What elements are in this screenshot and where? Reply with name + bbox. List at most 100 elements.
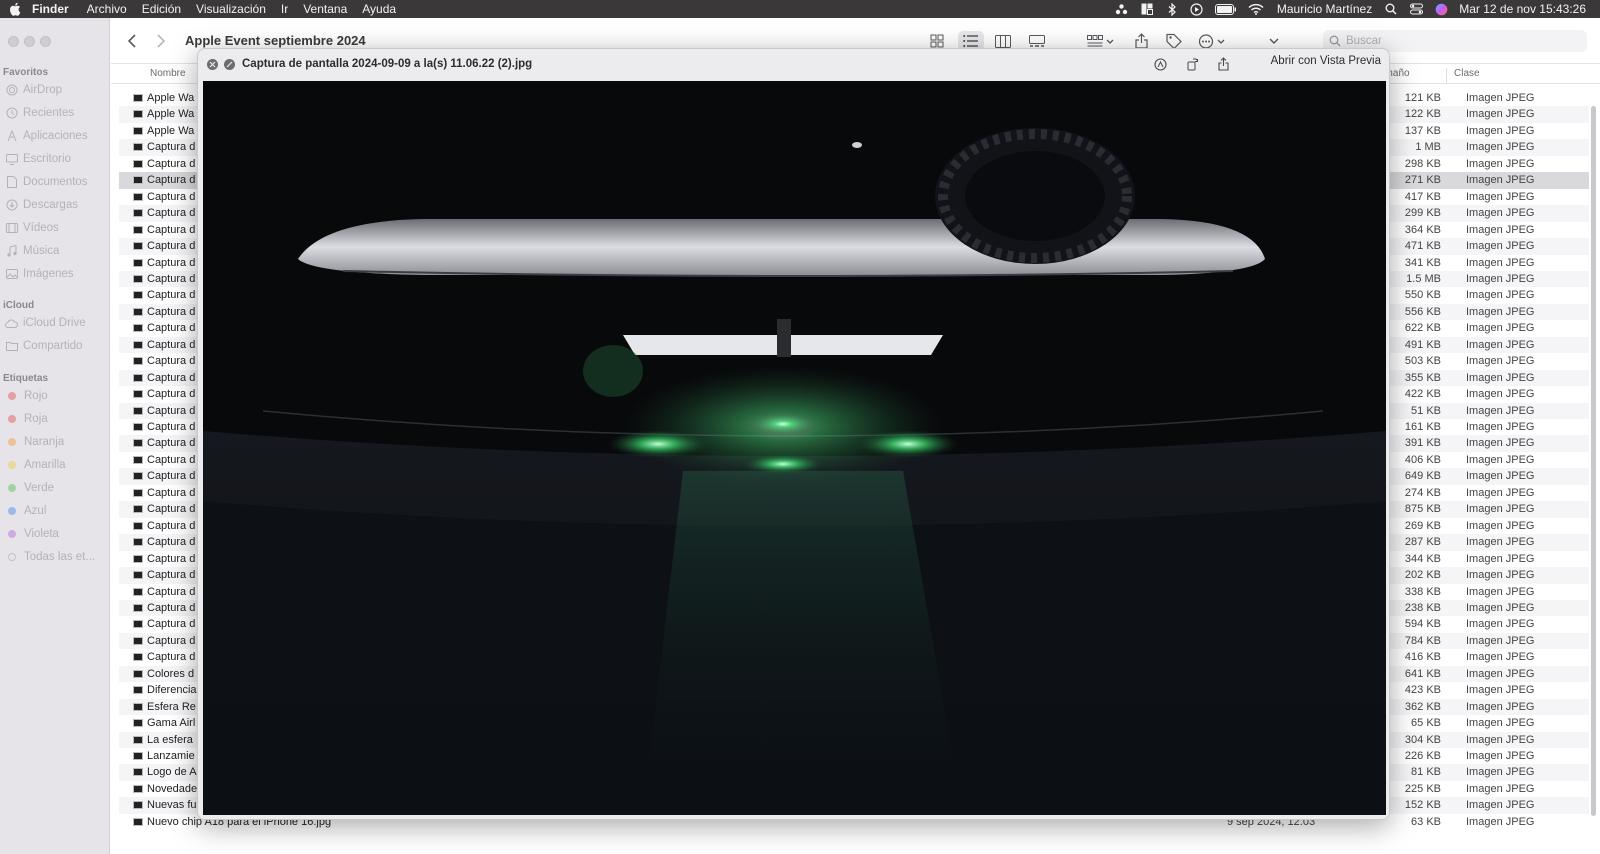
menu-app-name[interactable]: Finder — [32, 0, 69, 18]
sidebar-tag-item[interactable]: Todas las et... — [5, 548, 109, 566]
file-size: 51 KB — [1411, 404, 1441, 417]
file-kind: Imagen JPEG — [1466, 782, 1535, 795]
sidebar-item-icloud-drive[interactable]: iCloud Drive — [5, 314, 109, 332]
file-kind: Imagen JPEG — [1466, 634, 1535, 647]
control-center-icon[interactable] — [1409, 2, 1423, 16]
search-icon[interactable] — [1384, 2, 1398, 16]
sidebar-item-compartido[interactable]: Compartido — [5, 337, 109, 355]
sidebar-tag-item[interactable]: Rojo — [5, 387, 109, 405]
file-thumbnail-icon — [133, 324, 143, 333]
file-size: 641 KB — [1404, 667, 1441, 680]
quick-look-title: Captura de pantalla 2024-09-09 a la(s) 1… — [242, 58, 533, 70]
file-thumbnail-icon — [133, 768, 143, 777]
file-thumbnail-icon — [133, 669, 143, 678]
file-size: 423 KB — [1404, 684, 1441, 697]
sidebar-item-videos[interactable]: Vídeos — [5, 219, 109, 237]
sidebar-item-musica[interactable]: Música — [5, 242, 109, 260]
file-kind: Imagen JPEG — [1466, 766, 1535, 779]
tag-color-dot — [8, 553, 16, 561]
file-name: Captura d — [147, 256, 196, 269]
file-name: Colores d — [147, 667, 195, 680]
search-placeholder: Buscar — [1346, 35, 1382, 47]
file-size: 304 KB — [1404, 733, 1441, 746]
apple-menu-icon[interactable] — [8, 2, 22, 16]
dropbox-icon[interactable] — [1115, 2, 1129, 16]
file-thumbnail-icon — [133, 488, 143, 497]
column-kind[interactable]: Clase — [1454, 68, 1480, 79]
markup-icon[interactable] — [1153, 57, 1167, 71]
share-icon[interactable] — [1216, 57, 1230, 71]
menu-ayuda[interactable]: Ayuda — [362, 0, 396, 18]
file-thumbnail-icon — [133, 274, 143, 283]
file-thumbnail-icon — [133, 291, 143, 300]
file-size: 649 KB — [1404, 470, 1441, 483]
file-name: Captura d — [147, 355, 196, 368]
file-kind: Imagen JPEG — [1466, 618, 1535, 631]
file-size: 202 KB — [1404, 569, 1441, 582]
siri-icon[interactable] — [1434, 2, 1448, 16]
rotate-icon[interactable] — [1186, 57, 1200, 71]
back-button[interactable] — [125, 32, 139, 50]
file-kind: Imagen JPEG — [1466, 371, 1535, 384]
file-name: Captura d — [147, 618, 196, 631]
file-name: Captura d — [147, 470, 196, 483]
file-name: Captura d — [147, 569, 196, 582]
file-size: 416 KB — [1404, 651, 1441, 664]
menu-ventana[interactable]: Ventana — [303, 0, 347, 18]
sidebar-tag-item[interactable]: Azul — [5, 502, 109, 520]
sidebar-item-documentos[interactable]: Documentos — [5, 173, 109, 191]
sidebar-item-label: Amarilla — [24, 459, 66, 471]
shared-folder-icon — [5, 340, 18, 353]
forward-button[interactable] — [154, 32, 168, 50]
wifi-icon[interactable] — [1248, 2, 1264, 16]
menu-edicion[interactable]: Edición — [142, 0, 181, 18]
menu-visualizacion[interactable]: Visualización — [196, 0, 266, 18]
scrollbar-thumb[interactable] — [1591, 106, 1596, 816]
file-thumbnail-icon — [133, 505, 143, 514]
sidebar-item-recientes[interactable]: Recientes — [5, 104, 109, 122]
file-kind: Imagen JPEG — [1466, 750, 1535, 762]
tag-color-dot — [8, 438, 16, 446]
file-kind: Imagen JPEG — [1466, 256, 1535, 269]
file-name: Diferencia — [147, 684, 197, 697]
file-name: Apple Wa — [147, 108, 195, 121]
sidebar-tag-item[interactable]: Naranja — [5, 433, 109, 451]
column-name[interactable]: Nombre — [150, 68, 186, 79]
desktop-icon — [5, 153, 18, 166]
bluetooth-icon[interactable] — [1165, 2, 1179, 16]
column-divider[interactable] — [1446, 68, 1447, 83]
file-kind: Imagen JPEG — [1466, 174, 1535, 187]
file-name: Captura d — [147, 190, 196, 203]
sidebar-tag-item[interactable]: Amarilla — [5, 456, 109, 474]
menu-archivo[interactable]: Archivo — [87, 0, 127, 18]
battery-icon[interactable] — [1214, 2, 1237, 16]
scrollbar[interactable] — [1590, 90, 1597, 854]
play-icon[interactable] — [1190, 2, 1204, 16]
sidebar-item-descargas[interactable]: Descargas — [5, 196, 109, 214]
sidebar-section-favorites: Favoritos — [3, 67, 49, 78]
minimize-window-button[interactable] — [24, 36, 35, 47]
menu-ir[interactable]: Ir — [281, 0, 288, 18]
file-thumbnail-icon — [133, 439, 143, 448]
quick-look-fullscreen-button[interactable] — [224, 58, 235, 70]
quick-look-close-button[interactable] — [207, 58, 218, 70]
sidebar-item-airdrop[interactable]: AirDrop — [5, 81, 109, 99]
sidebar-item-escritorio[interactable]: Escritorio — [5, 150, 109, 168]
sidebar-tag-item[interactable]: Verde — [5, 479, 109, 497]
file-kind: Imagen JPEG — [1466, 552, 1535, 565]
file-thumbnail-icon — [133, 258, 143, 267]
open-with-preview-button[interactable]: Abrir con Vista Previa — [1271, 55, 1381, 67]
close-window-button[interactable] — [8, 36, 19, 47]
sidebar-tag-item[interactable]: Violeta — [5, 525, 109, 543]
file-size: 417 KB — [1404, 190, 1441, 203]
user-name[interactable]: Mauricio Martínez — [1277, 2, 1372, 16]
file-thumbnail-icon — [133, 719, 143, 728]
menu-clock[interactable]: Mar 12 de nov 15:43:26 — [1459, 2, 1586, 16]
file-name: Novedade — [147, 782, 198, 795]
sidebar-item-imagenes[interactable]: Imágenes — [5, 265, 109, 283]
sidebar-tag-item[interactable]: Roja — [5, 410, 109, 428]
sidebar-item-aplicaciones[interactable]: Aplicaciones — [5, 127, 109, 145]
zoom-window-button[interactable] — [40, 36, 51, 47]
file-size: 269 KB — [1404, 519, 1441, 532]
layout-icon[interactable] — [1140, 2, 1154, 16]
